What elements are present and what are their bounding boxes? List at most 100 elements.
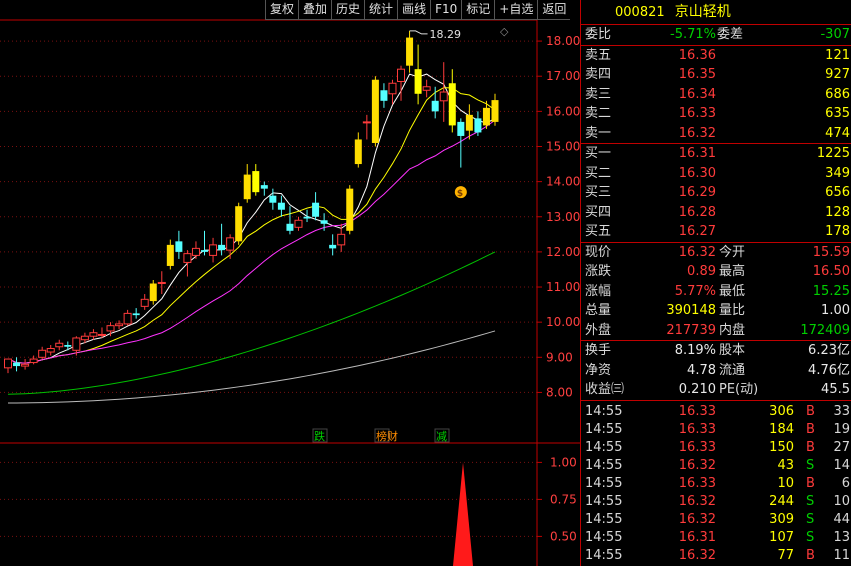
candle-body (491, 100, 499, 122)
buy-row[interactable]: 买三 16.29 656 (581, 183, 851, 203)
tick-side: S (806, 511, 815, 527)
weibi-row: 委比 -5.71% 委差 -307 (581, 25, 851, 46)
candle-body (474, 118, 482, 133)
tick-row[interactable]: 14:55 16.31 107 S 13 (581, 529, 851, 547)
toolbar-button-3[interactable]: 统计 (364, 0, 398, 20)
tick-row[interactable]: 14:55 16.32 244 S 10 (581, 493, 851, 511)
candle-body (320, 220, 328, 224)
stat-value: 5.77% (674, 283, 716, 299)
y-tick-label: 12.00 (546, 245, 580, 259)
tick-volume: 150 (769, 439, 794, 455)
tick-side: B (806, 421, 815, 437)
toolbar-button-6[interactable]: 标记 (461, 0, 495, 20)
candle-body (123, 312, 132, 325)
sell-row[interactable]: 卖四 16.35 927 (581, 65, 851, 85)
candle-body (38, 349, 47, 358)
buy-row[interactable]: 买二 16.30 349 (581, 164, 851, 184)
buy-level-label: 买一 (585, 146, 612, 161)
high-price-label: 18.29 (430, 28, 462, 41)
tick-side: B (806, 439, 815, 455)
kline-chart[interactable]: 18.00 17.00 16.00 15.00 14.00 13.00 12.00 11.00… (0, 0, 580, 566)
sell-row[interactable]: 卖三 16.34 686 (581, 85, 851, 105)
buy-volume: 656 (825, 185, 850, 200)
candle-body (21, 363, 30, 367)
tick-side: S (806, 457, 815, 473)
candle-body (252, 171, 260, 193)
candle-body (157, 281, 166, 285)
sell-row[interactable]: 卖一 16.32 474 (581, 124, 851, 144)
indicator-tick-label: 0.50 (550, 529, 577, 543)
stat-value: 15.59 (812, 244, 850, 260)
sell-row[interactable]: 卖二 16.33 635 (581, 104, 851, 124)
toolbar-button-0[interactable]: 复权 (265, 0, 299, 20)
buy-level-label: 买五 (585, 224, 612, 239)
tick-count: 19 (833, 421, 850, 437)
candle-body (29, 358, 38, 364)
tick-list[interactable]: 14:55 16.33 306 B 33 14:55 16.33 184 B 19 14:55 16.… (581, 401, 851, 565)
candle-body (64, 345, 72, 347)
sell-row[interactable]: 卖五 16.36 121 (581, 46, 851, 66)
buy-row[interactable]: 买四 16.28 128 (581, 203, 851, 223)
tick-side: S (806, 493, 815, 509)
tick-row[interactable]: 14:55 16.33 150 B 27 (581, 439, 851, 457)
tick-time: 14:55 (585, 511, 623, 527)
tick-side: B (806, 403, 815, 419)
stat-row: 总量 390148 量比 1.00 (581, 301, 851, 321)
buy-row[interactable]: 买五 16.27 178 (581, 222, 851, 242)
fund-value: 6.23亿 (808, 343, 850, 358)
kline-chart-svg[interactable]: 18.00 17.00 16.00 15.00 14.00 13.00 12.00 11.00… (0, 0, 580, 566)
toolbar-button-1[interactable]: 叠加 (298, 0, 332, 20)
toolbar-button-2[interactable]: 历史 (331, 0, 365, 20)
buy-row[interactable]: 买一 16.31 1225 (581, 144, 851, 164)
tick-time: 14:55 (585, 547, 623, 563)
tick-row[interactable]: 14:55 16.33 184 B 19 (581, 421, 851, 439)
tick-row[interactable]: 14:55 16.32 77 B 11 (581, 547, 851, 565)
buy-level-label: 买二 (585, 165, 612, 181)
candle-body (414, 69, 422, 94)
candle-body (362, 121, 371, 124)
buy-level-label: 买四 (585, 204, 612, 220)
indicator-tick-label: 0.75 (550, 492, 577, 506)
sell-level-label: 卖三 (585, 86, 612, 102)
candle-body (106, 325, 115, 332)
tick-price: 16.32 (678, 493, 716, 509)
tick-count: 14 (833, 457, 850, 473)
tick-time: 14:55 (585, 475, 623, 491)
toolbar-button-4[interactable]: 画线 (397, 0, 431, 20)
tick-time: 14:55 (585, 403, 623, 419)
tick-row[interactable]: 14:55 16.33 10 B 6 (581, 475, 851, 493)
ma5-line (7, 73, 496, 364)
buy-price: 16.30 (678, 165, 716, 181)
fund-value: 8.19% (674, 343, 716, 358)
toolbar-button-8[interactable]: 返回 (537, 0, 571, 20)
stat-value: 217739 (666, 322, 716, 338)
sell-level-label: 卖二 (585, 106, 612, 121)
tick-volume: 184 (769, 421, 794, 437)
sell-volume: 635 (825, 106, 850, 121)
toolbar-button-5[interactable]: F10 (430, 0, 462, 20)
tick-volume: 107 (769, 529, 794, 545)
tick-price: 16.31 (678, 529, 716, 545)
toolbar-button-7[interactable]: +自选 (494, 0, 538, 20)
tick-count: 33 (833, 403, 850, 419)
money-bag-glyph: $ (457, 189, 463, 199)
stat-value: 1.00 (821, 303, 850, 318)
tick-count: 10 (833, 493, 850, 509)
tick-row[interactable]: 14:55 16.33 306 B 33 (581, 403, 851, 421)
candle-body (354, 139, 362, 165)
sell-orders: 卖五 16.36 121 卖四 16.35 927 卖三 16.34 686 卖二 16.33 635… (581, 46, 851, 144)
tick-row[interactable]: 14:55 16.32 309 S 44 (581, 511, 851, 529)
tick-price: 16.33 (678, 475, 716, 491)
candle-body (218, 244, 226, 251)
chart-options-icon[interactable]: ◇ (500, 25, 508, 38)
stat-label: 总量 (585, 303, 612, 318)
sell-volume: 686 (825, 86, 850, 102)
candle-body (46, 348, 55, 353)
sell-volume: 474 (825, 125, 850, 141)
candle-body (269, 195, 277, 203)
tick-row[interactable]: 14:55 16.32 43 S 14 (581, 457, 851, 475)
candle-body (166, 244, 174, 266)
stat-label: 外盘 (585, 322, 612, 338)
indicator-spike (453, 462, 473, 566)
tick-count: 44 (833, 511, 850, 527)
